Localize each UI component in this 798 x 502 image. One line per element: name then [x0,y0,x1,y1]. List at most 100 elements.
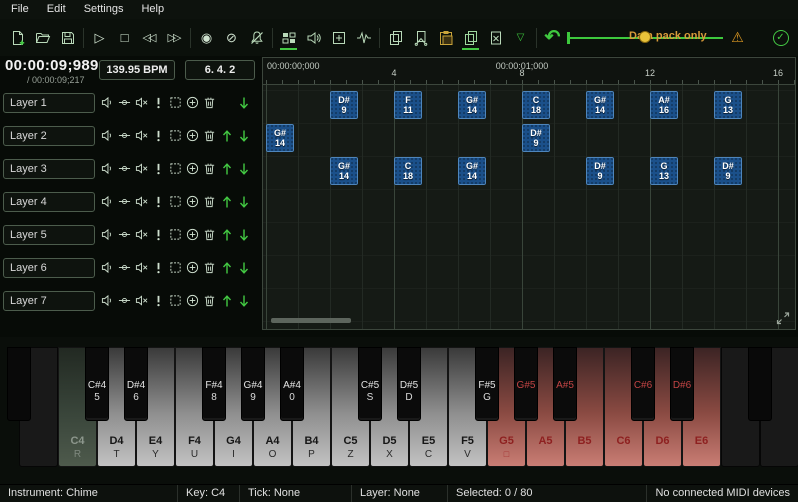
note-block[interactable]: D# 9 [714,157,742,185]
layer-select-notes-icon[interactable] [167,259,184,276]
volume-slider[interactable]: Data pack only [565,25,725,50]
note-block[interactable]: D# 9 [586,157,614,185]
layer-name-input[interactable]: Layer 1 [3,92,95,113]
bpm-display[interactable]: 139.95 BPM [99,60,175,80]
piano-key-ghost-black-left[interactable] [7,347,31,421]
piano-key-cs5[interactable]: C#5 S [358,347,382,421]
layer-select-notes-icon[interactable] [167,226,184,243]
save-file-button[interactable] [55,25,80,50]
piano-key-ds6[interactable]: D#6 [670,347,694,421]
layer-pan-icon[interactable] [116,94,133,111]
layer-move-up-icon[interactable] [218,292,235,309]
note-block[interactable]: C 18 [394,157,422,185]
record-button[interactable]: ◉ [194,25,219,50]
note-block[interactable]: G# 14 [458,91,486,119]
layer-delete-icon[interactable] [201,127,218,144]
paste-button[interactable] [433,25,458,50]
layer-volume-icon[interactable] [99,226,116,243]
piano-key-ds4[interactable]: D#4 6 [124,347,148,421]
metronome-off-button[interactable] [244,25,269,50]
layer-volume-icon[interactable] [99,94,116,111]
piano-key-cs4[interactable]: C#4 5 [85,347,109,421]
note-block[interactable]: D# 9 [330,91,358,119]
duplicate-button[interactable] [458,25,483,50]
layer-pan-icon[interactable] [116,226,133,243]
layer-move-down-icon[interactable] [235,292,252,309]
note-block[interactable]: C 18 [522,91,550,119]
layer-volume-icon[interactable] [99,160,116,177]
layer-add-icon[interactable] [184,226,201,243]
note-block[interactable]: G# 14 [458,157,486,185]
layer-select-notes-icon[interactable] [167,94,184,111]
menu-item-file[interactable]: File [2,0,38,19]
layer-name-input[interactable]: Layer 6 [3,257,95,278]
note-block[interactable]: G 13 [650,157,678,185]
piano-key-ghost-black-right[interactable] [748,347,772,421]
note-block[interactable]: G# 14 [330,157,358,185]
layer-mute-icon[interactable] [133,94,150,111]
note-grid[interactable]: D# 9 F 11 G# 14 C 18 G# 14 A# 16 G 13 G# 14 D# 9 G# 14 C 18 G#… [263,85,795,329]
layer-delete-icon[interactable] [201,292,218,309]
layer-move-up-icon[interactable] [218,193,235,210]
layer-move-down-icon[interactable] [235,127,252,144]
layer-add-icon[interactable] [184,193,201,210]
undo-button[interactable]: ↶ [540,25,565,50]
note-block[interactable]: G 13 [714,91,742,119]
layer-move-down-icon[interactable] [235,226,252,243]
piano-key-as5[interactable]: A#5 [553,347,577,421]
new-file-button[interactable] [5,25,30,50]
play-button[interactable]: ▷ [87,25,112,50]
note-block[interactable]: G# 14 [586,91,614,119]
layer-volume-icon[interactable] [99,259,116,276]
layer-solo-icon[interactable] [150,193,167,210]
horizontal-scrollbar[interactable] [271,318,351,323]
layer-move-down-icon[interactable] [235,193,252,210]
waveform-icon[interactable] [351,25,376,50]
layer-solo-icon[interactable] [150,226,167,243]
layer-pan-icon[interactable] [116,292,133,309]
layer-solo-icon[interactable] [150,292,167,309]
expand-box-icon[interactable] [326,25,351,50]
layer-name-input[interactable]: Layer 5 [3,224,95,245]
menu-item-edit[interactable]: Edit [38,0,75,19]
layer-mute-icon[interactable] [133,226,150,243]
cut-button[interactable] [408,25,433,50]
piano-key-fs5[interactable]: F#5 G [475,347,499,421]
layer-mute-icon[interactable] [133,160,150,177]
layer-delete-icon[interactable] [201,259,218,276]
layer-pan-icon[interactable] [116,259,133,276]
layer-move-up-icon[interactable] [218,226,235,243]
rewind-button[interactable]: ◁◁ [137,25,162,50]
layer-mute-icon[interactable] [133,292,150,309]
layer-pan-icon[interactable] [116,160,133,177]
layer-volume-icon[interactable] [99,292,116,309]
layer-move-up-icon[interactable] [218,127,235,144]
layer-solo-icon[interactable] [150,160,167,177]
piano-key-cs6[interactable]: C#6 [631,347,655,421]
layer-pan-icon[interactable] [116,127,133,144]
layer-solo-icon[interactable] [150,94,167,111]
piano-key-fs4[interactable]: F#4 8 [202,347,226,421]
layer-delete-icon[interactable] [201,94,218,111]
layer-solo-icon[interactable] [150,259,167,276]
layer-delete-icon[interactable] [201,193,218,210]
layer-select-notes-icon[interactable] [167,160,184,177]
record-off-button[interactable]: ⊘ [219,25,244,50]
layer-volume-icon[interactable] [99,193,116,210]
layer-add-icon[interactable] [184,127,201,144]
copy-button[interactable] [383,25,408,50]
note-block[interactable]: F 11 [394,91,422,119]
layer-mute-icon[interactable] [133,193,150,210]
timeline-ruler[interactable]: 00:00:00;000 00:00:01;000 4 8 12 16 [263,58,795,85]
layer-name-input[interactable]: Layer 4 [3,191,95,212]
layer-move-down-icon[interactable] [235,94,252,111]
piano-key-as4[interactable]: A#4 0 [280,347,304,421]
layer-name-input[interactable]: Layer 3 [3,158,95,179]
note-grid-icon[interactable] [276,25,301,50]
note-block[interactable]: D# 9 [522,124,550,152]
menu-item-settings[interactable]: Settings [75,0,133,19]
piano-key-gs4[interactable]: G#4 9 [241,347,265,421]
note-block[interactable]: A# 16 [650,91,678,119]
note-block[interactable]: G# 14 [266,124,294,152]
layer-name-input[interactable]: Layer 7 [3,290,95,311]
